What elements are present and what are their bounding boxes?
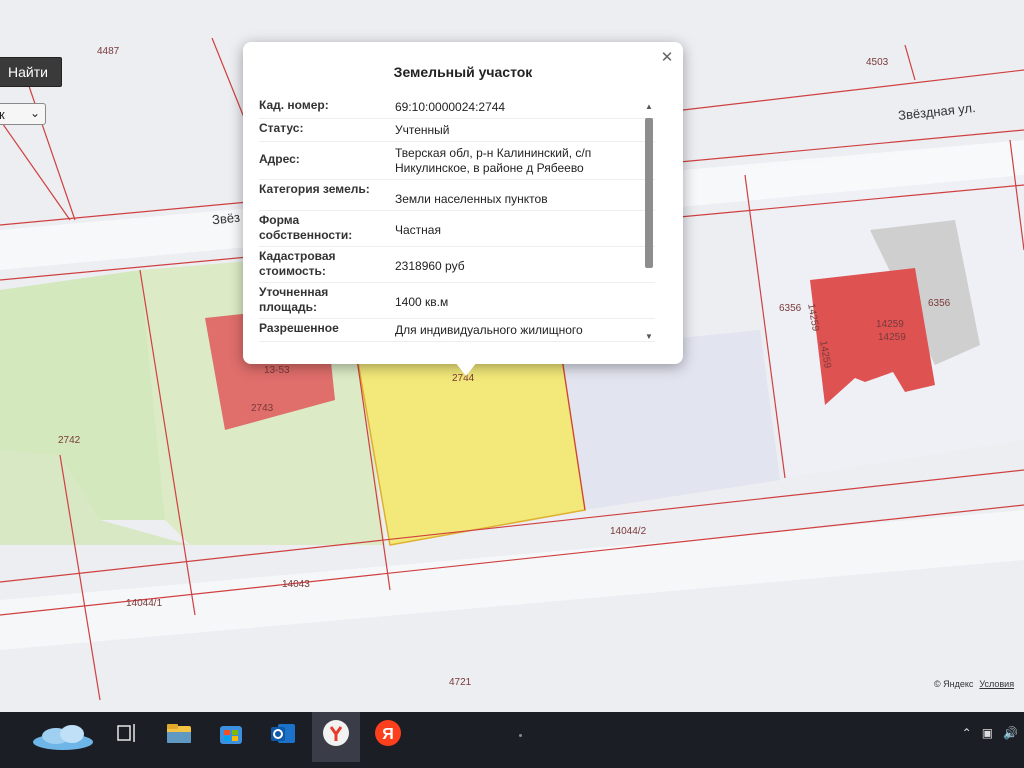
property-label: Категория земель: xyxy=(259,182,370,196)
popup-properties: Кад. номер: 69:10:0000024:2744 Статус: У… xyxy=(259,96,655,358)
plot-label: 14044/2 xyxy=(610,526,647,537)
property-value: 69:10:0000024:2744 xyxy=(395,100,506,114)
separator-dot xyxy=(519,734,522,737)
popup-title: Земельный участок xyxy=(393,64,533,80)
terms-link[interactable]: Условия xyxy=(979,679,1014,689)
network-icon[interactable]: ▣ xyxy=(982,726,993,740)
street-label: Звёз xyxy=(211,209,241,228)
property-row: Форма собственности: Частная xyxy=(259,211,655,247)
property-label: Уточненная площадь: xyxy=(259,285,329,314)
plot-label: 2743 xyxy=(251,403,274,414)
property-row: Статус: Учтенный xyxy=(259,119,655,142)
copyright-text: © Яндекс xyxy=(934,679,974,689)
property-value: Тверская обл, р-н Калининский, с/п Никул… xyxy=(395,146,592,175)
task-view-icon[interactable] xyxy=(112,718,142,748)
property-row: Кадастровая стоимость: 2318960 руб xyxy=(259,247,655,283)
taskbar xyxy=(0,712,1024,768)
property-value: 2318960 руб xyxy=(395,259,465,273)
scroll-up-icon[interactable]: ▲ xyxy=(643,102,655,111)
plot-label: 6356 xyxy=(779,303,802,314)
property-label: Форма собственности: xyxy=(259,213,353,242)
property-label: Статус: xyxy=(259,121,304,135)
property-value: Земли населенных пунктов xyxy=(395,192,548,206)
popup-scrollbar[interactable]: ▲ ▼ xyxy=(643,102,655,342)
chevron-down-icon: ⌄ xyxy=(29,106,40,120)
scroll-down-icon[interactable]: ▼ xyxy=(643,332,655,341)
property-row: Уточненная площадь: 1400 кв.м xyxy=(259,283,655,319)
property-label: Разрешенное xyxy=(259,321,339,335)
property-label: Адрес: xyxy=(259,152,300,166)
property-label: Кадастровая стоимость: xyxy=(259,249,336,278)
outlook-icon[interactable] xyxy=(268,718,298,748)
svg-text:Я: Я xyxy=(382,726,394,743)
property-value: Частная xyxy=(395,223,441,237)
map-attribution: © Яндекс Условия xyxy=(934,679,1014,689)
plot-label: 6356 xyxy=(928,298,951,309)
scrollbar-thumb[interactable] xyxy=(645,118,653,268)
plot-label: 13-53 xyxy=(264,365,290,376)
parcel-info-popup: Земельный участок ✕ Кад. номер: 69:10:00… xyxy=(243,42,683,364)
plot-label: 14259 xyxy=(876,319,904,330)
property-value: Для индивидуального жилищного xyxy=(395,323,583,337)
plot-label: 4487 xyxy=(97,46,120,57)
system-tray[interactable]: ⌃ ▣ 🔊 xyxy=(962,726,1018,740)
property-row: Разрешенное Для индивидуального жилищног… xyxy=(259,319,655,342)
property-label: Кад. номер: xyxy=(259,98,329,112)
weather-icon[interactable] xyxy=(30,714,96,752)
filter-select[interactable]: к ⌄ xyxy=(0,103,46,125)
plot-label: 4721 xyxy=(449,677,472,688)
property-value: 1400 кв.м xyxy=(395,295,449,309)
property-row: Категория земель: Земли населенных пункт… xyxy=(259,180,655,211)
popup-pointer xyxy=(455,362,477,376)
volume-icon[interactable]: 🔊 xyxy=(1003,726,1018,740)
yandex-icon[interactable]: Я xyxy=(373,718,403,748)
property-value: Учтенный xyxy=(395,123,450,137)
chevron-up-icon[interactable]: ⌃ xyxy=(962,726,972,740)
property-row: Адрес: Тверская обл, р-н Калининский, с/… xyxy=(259,142,655,180)
store-icon[interactable] xyxy=(216,718,246,748)
plot-label: 14259 xyxy=(878,332,906,343)
plot-label: 4503 xyxy=(866,57,889,68)
close-icon[interactable]: ✕ xyxy=(659,50,675,66)
plot-label: 2742 xyxy=(58,435,81,446)
filter-select-value: к xyxy=(0,106,5,122)
plot-label: 14043 xyxy=(282,579,310,590)
search-button[interactable]: Найти xyxy=(0,57,62,87)
property-row: Кад. номер: 69:10:0000024:2744 xyxy=(259,96,655,119)
plot-label: 14044/1 xyxy=(126,598,163,609)
yandex-browser-icon[interactable] xyxy=(321,718,351,748)
file-explorer-icon[interactable] xyxy=(164,718,194,748)
